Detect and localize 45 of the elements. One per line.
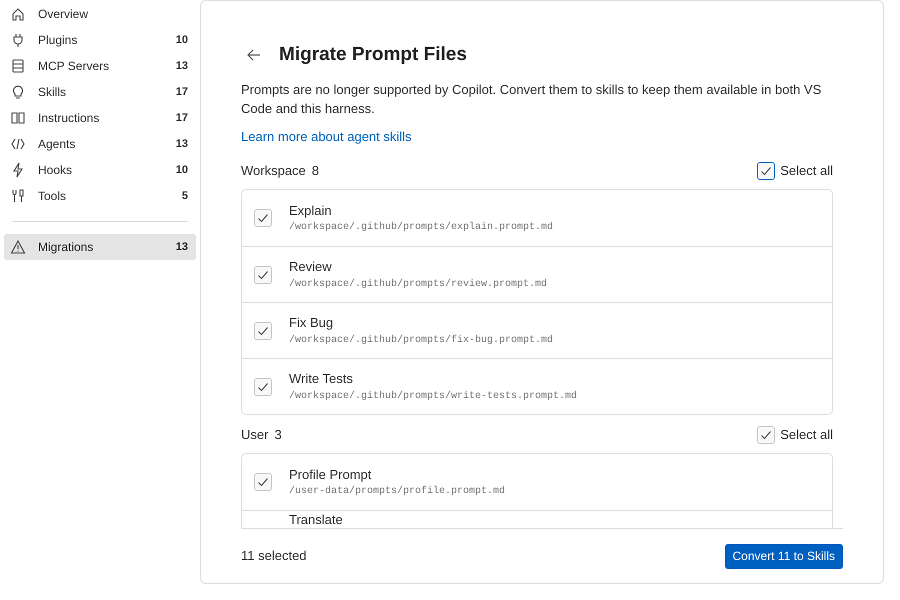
back-arrow-icon[interactable] (247, 49, 261, 62)
tools-icon (10, 188, 26, 204)
file-path: /workspace/.github/prompts/fix-bug.prompt.md (289, 334, 554, 348)
description: Prompts are no longer supported by Copilot. Convert them to skills to keep them available in both VS Code and this harness. (241, 80, 822, 118)
group-label: Workspace (241, 162, 306, 180)
code-icon (10, 136, 26, 152)
file-path: /workspace/.github/prompts/write-tests.prompt.md (289, 390, 578, 404)
file-row[interactable]: Fix Bug /workspace/.github/prompts/fix-bug.prompt.md (242, 302, 832, 358)
file-name: Fix Bug (289, 314, 334, 332)
file-name: Translate (289, 512, 343, 527)
convert-button[interactable]: Convert 11 to Skills (724, 544, 843, 568)
select-all-label[interactable]: Select all (780, 425, 833, 445)
server-icon (10, 58, 26, 74)
sidebar-item[interactable]: Migrations 13 (4, 234, 196, 260)
selection-count: 11 selected (241, 547, 307, 566)
lightbulb-icon (10, 84, 26, 100)
group-count: 3 (274, 426, 282, 444)
file-name: Profile Prompt (289, 466, 372, 484)
group-count: 8 (312, 162, 320, 180)
sidebar-item[interactable]: Plugins 10 (4, 27, 196, 53)
file-row[interactable]: Explain /workspace/.github/prompts/explain.prompt.md (242, 190, 832, 246)
file-row[interactable]: Profile Prompt /user-data/prompts/profile.prompt.md (242, 454, 832, 510)
file-name: Write Tests (289, 370, 354, 388)
sidebar-item[interactable]: Hooks 10 (4, 157, 196, 183)
file-path: /user-data/prompts/profile.prompt.md (289, 484, 506, 500)
learn-more-link[interactable]: Learn more about agent skills (241, 126, 412, 146)
sidebar-item[interactable]: MCP Servers 13 (4, 53, 196, 79)
file-row[interactable]: Write Tests /workspace/.github/prompts/write-tests.prompt.md (242, 358, 832, 414)
page-title: Migrate Prompt Files (279, 43, 467, 67)
file-row[interactable]: Review /workspace/.github/prompts/review.prompt.md (242, 246, 832, 302)
file-path: /workspace/.github/prompts/review.prompt.md (289, 278, 548, 292)
home-icon (10, 6, 26, 22)
sidebar-item[interactable]: Overview (4, 1, 196, 27)
sidebar-item[interactable]: Tools 5 (4, 183, 196, 209)
file-name: Review (289, 258, 333, 276)
lightning-icon (10, 162, 26, 178)
sidebar-item[interactable]: Agents 13 (4, 131, 196, 157)
book-icon (10, 110, 26, 126)
sidebar-item[interactable]: Instructions 17 (4, 105, 196, 131)
sidebar-item[interactable]: Skills 17 (4, 79, 196, 105)
file-path: /workspace/.github/prompts/explain.prompt.md (289, 220, 554, 236)
warning-icon (10, 239, 26, 255)
select-all-label[interactable]: Select all (780, 161, 833, 181)
file-name: Explain (289, 202, 333, 220)
group-label: User (241, 426, 268, 444)
